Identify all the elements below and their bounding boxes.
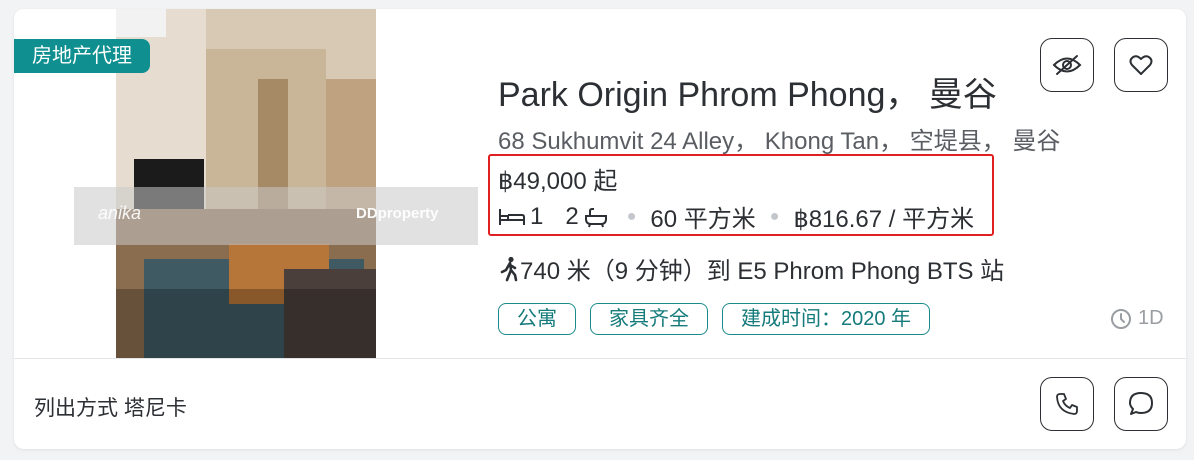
posted-age: 1D	[1110, 307, 1164, 330]
floor-area: 60 平方米	[650, 206, 756, 233]
favorite-button[interactable]	[1114, 38, 1168, 92]
watermark-logo: DDproperty	[356, 205, 439, 222]
phone-icon	[1056, 393, 1078, 415]
listing-photo[interactable]: anika DDproperty 房地产代理 16	[14, 9, 478, 358]
listing-specs: 1 2 ● 60 平方米 ● ฿816.67 / 平方米	[498, 199, 974, 234]
agent-badge: 房地产代理	[14, 39, 150, 73]
listed-by[interactable]: 列出方式 塔尼卡	[34, 392, 187, 422]
hide-listing-button[interactable]	[1040, 38, 1094, 92]
tag-list: 公寓 家具齐全 建成时间：2020 年	[498, 303, 931, 335]
listing-price: ฿49,000 起	[498, 168, 618, 195]
tag-furnishing: 家具齐全	[590, 303, 708, 335]
bedroom-count: 1	[530, 202, 544, 230]
listing-title[interactable]: Park Origin Phrom Phong， 曼谷	[498, 67, 997, 116]
photo-count[interactable]: 16	[32, 311, 57, 337]
bathtub-icon	[584, 207, 607, 227]
transit-info: 740 米（9 分钟）到 E5 Phrom Phong BTS 站	[498, 251, 1004, 286]
transit-text: 740 米（9 分钟）到 E5 Phrom Phong BTS 站	[520, 258, 1005, 285]
card-divider	[14, 358, 1186, 359]
eye-off-icon	[1052, 55, 1082, 75]
listing-card[interactable]: anika DDproperty 房地产代理 16 Park Origin Ph…	[14, 9, 1186, 449]
call-button[interactable]	[1040, 377, 1094, 431]
chat-button[interactable]	[1114, 377, 1168, 431]
tag-property-type: 公寓	[498, 303, 576, 335]
posted-age-value: 1D	[1138, 307, 1164, 329]
clock-icon	[1111, 308, 1131, 329]
watermark-text: anika	[98, 203, 142, 223]
heart-icon	[1129, 55, 1153, 75]
chat-icon	[1129, 392, 1153, 415]
separator-dot: ●	[769, 207, 780, 225]
bed-icon	[499, 208, 525, 225]
image-icon	[33, 312, 57, 334]
price-per-area: ฿816.67 / 平方米	[793, 206, 975, 233]
bathroom-count: 2	[565, 202, 579, 230]
listing-address: 68 Sukhumvit 24 Alley， Khong Tan， 空堤县， 曼…	[498, 128, 1061, 155]
separator-dot: ●	[626, 207, 637, 225]
walking-person-icon	[500, 256, 518, 281]
tag-build-year: 建成时间：2020 年	[722, 303, 931, 335]
